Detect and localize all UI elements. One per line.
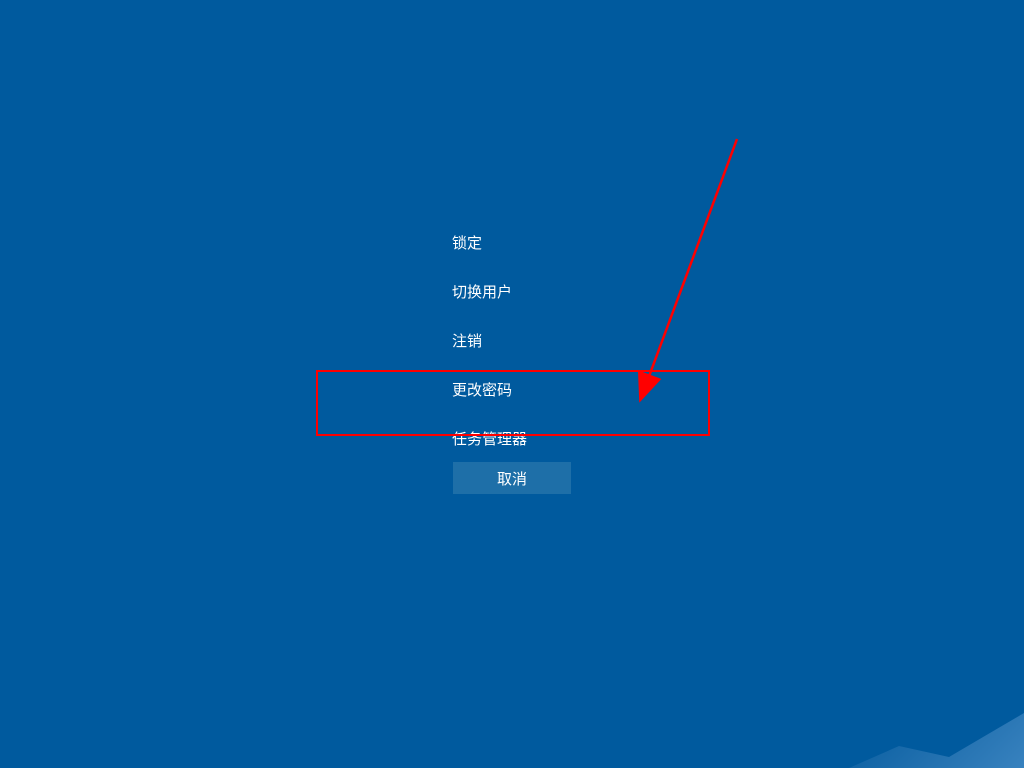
change-password-option[interactable]: 更改密码: [452, 365, 527, 414]
sign-out-option[interactable]: 注销: [452, 316, 527, 365]
task-manager-option[interactable]: 任务管理器: [452, 414, 527, 463]
switch-user-option[interactable]: 切换用户: [452, 267, 527, 316]
cancel-button[interactable]: 取消: [453, 462, 571, 494]
security-options-menu: 锁定 切换用户 注销 更改密码 任务管理器: [452, 218, 527, 463]
background-decoration: [774, 713, 1024, 768]
lock-option[interactable]: 锁定: [452, 218, 527, 267]
